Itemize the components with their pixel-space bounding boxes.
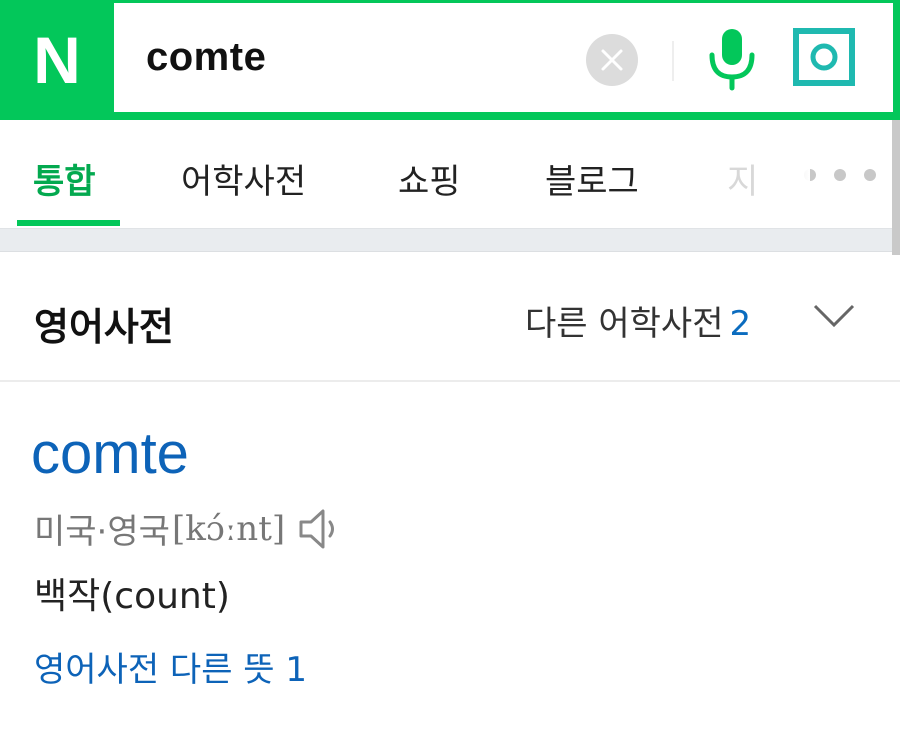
more-icon[interactable] [804, 160, 876, 190]
pronunciation-row: 미국·영국 [kɔ́ːnt] [34, 504, 347, 553]
more-meanings-link[interactable]: 영어사전 다른 뜻 1 [34, 642, 307, 691]
pronunciation-region: 미국·영국 [34, 512, 170, 552]
other-dictionaries-label: 다른 어학사전 [525, 304, 724, 344]
tab-all[interactable]: 통합 [33, 154, 96, 203]
pronunciation-ipa: [kɔ́ːnt] [171, 508, 286, 549]
entry-headword[interactable]: comte [31, 420, 189, 487]
lens-icon[interactable] [792, 27, 856, 87]
section-title: 영어사전 [34, 305, 174, 349]
scrollbar[interactable] [892, 120, 900, 255]
microphone-icon[interactable] [704, 25, 760, 91]
tab-shopping[interactable]: 쇼핑 [398, 154, 461, 203]
clear-icon[interactable] [586, 34, 638, 86]
section-divider [0, 380, 900, 382]
other-dictionaries-count: 2 [729, 304, 752, 344]
naver-logo[interactable]: N [0, 0, 114, 120]
search-input[interactable]: comte [114, 3, 893, 112]
tab-partial[interactable]: 지 [727, 154, 758, 203]
active-tab-indicator [17, 220, 120, 226]
chevron-down-icon[interactable] [812, 302, 856, 330]
search-query[interactable]: comte [146, 35, 266, 80]
entry-meaning: 백작(count) [34, 576, 230, 617]
tab-language-dictionary[interactable]: 어학사전 [181, 154, 306, 203]
search-divider [672, 41, 674, 81]
tab-fade [760, 120, 810, 220]
tab-blog[interactable]: 블로그 [545, 154, 639, 203]
section-gap [0, 228, 892, 252]
logo-letter: N [33, 23, 81, 97]
search-bar: N comte [0, 0, 900, 120]
speaker-icon[interactable] [297, 506, 347, 552]
other-dictionaries-button[interactable]: 다른 어학사전 2 [525, 296, 751, 345]
